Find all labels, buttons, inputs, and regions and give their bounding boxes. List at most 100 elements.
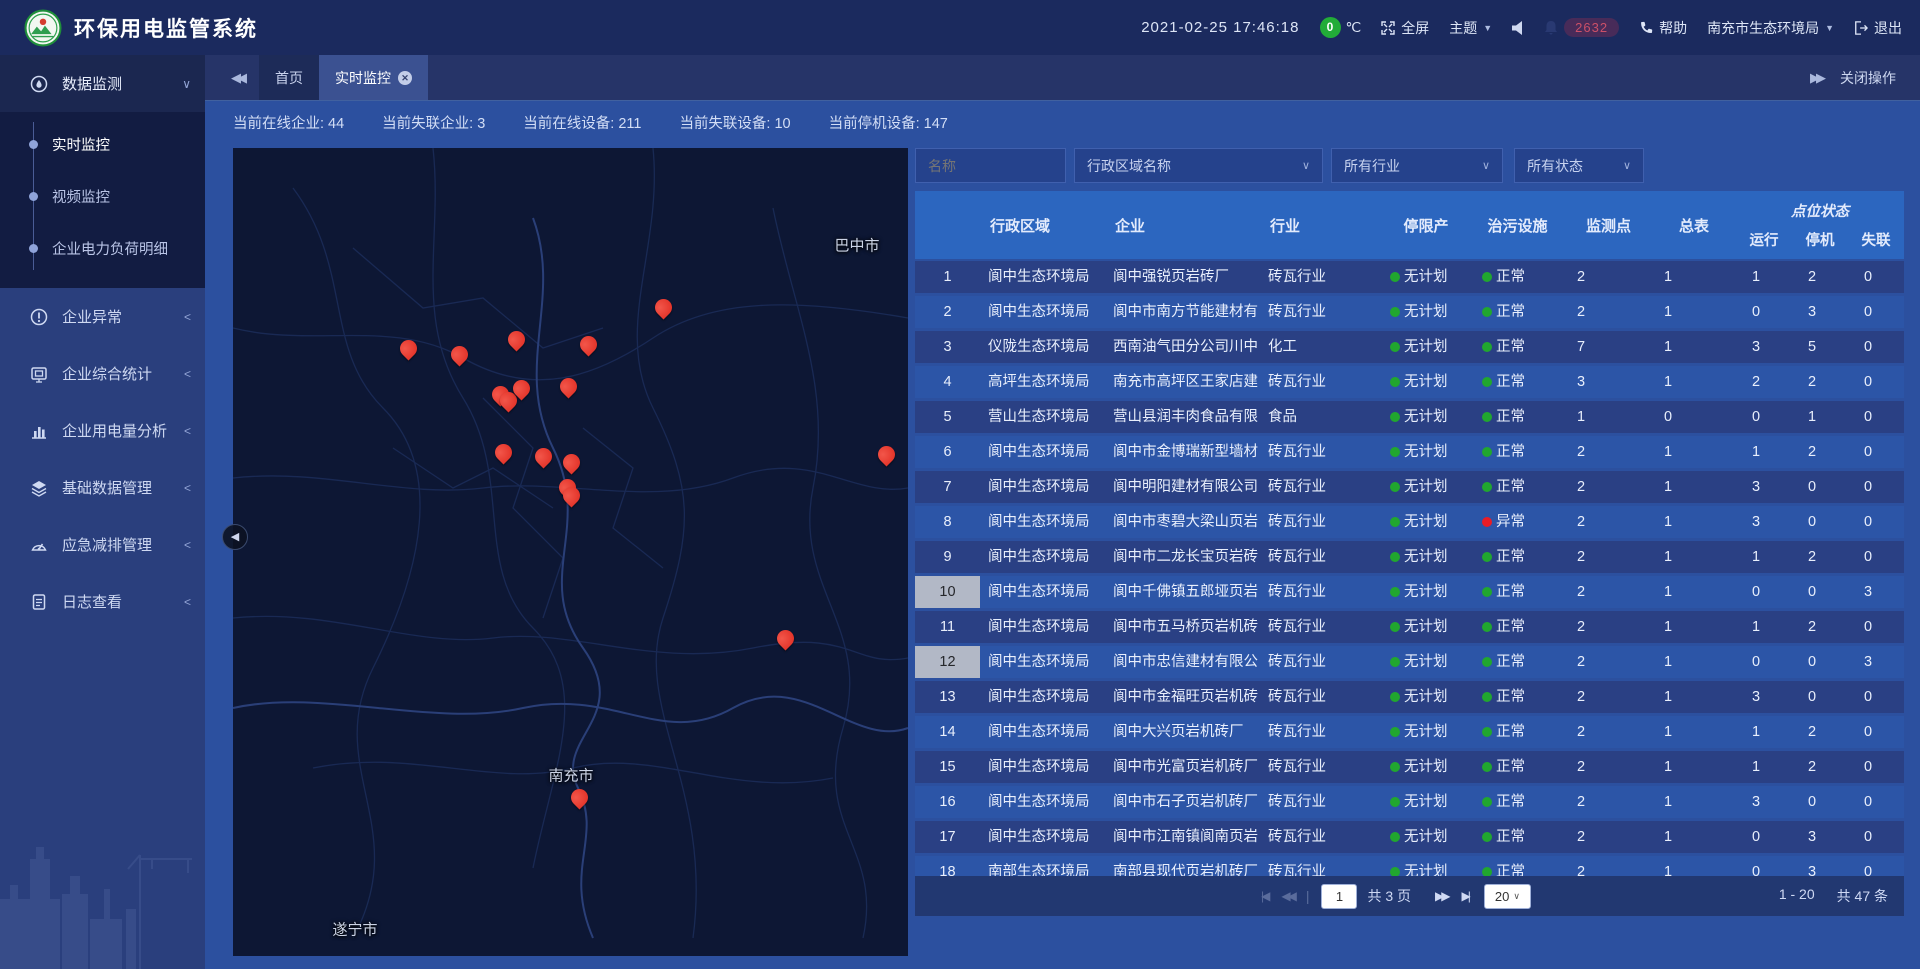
sidebar-item-video-monitoring[interactable]: 视频监控 [0, 170, 205, 222]
table-row[interactable]: 13阆中生态环境局阆中市金福旺页岩机砖砖瓦行业无计划正常21300 [915, 681, 1904, 713]
tab-home[interactable]: 首页 [259, 55, 319, 100]
table-cell: 1 [1652, 611, 1736, 643]
col-facility: 治污设施 [1470, 191, 1565, 259]
table-cell: 0 [1848, 856, 1904, 876]
chevron-down-icon: ∨ [1623, 159, 1631, 172]
table-cell: 1 [1652, 681, 1736, 713]
fullscreen-button[interactable]: 全屏 [1381, 18, 1429, 38]
table-cell: 无计划 [1382, 541, 1470, 573]
table-cell: 1 [1736, 716, 1792, 748]
table-cell: 阆中市光富页岩机砖厂 [1105, 751, 1260, 783]
last-page-icon[interactable]: ▶| [1462, 889, 1468, 903]
table-cell: 阆中生态环境局 [980, 611, 1105, 643]
page-input[interactable] [1321, 884, 1357, 909]
table-row[interactable]: 9阆中生态环境局阆中市二龙长宝页岩砖砖瓦行业无计划正常21120 [915, 541, 1904, 573]
sidebar-item-power-load-detail[interactable]: 企业电力负荷明细 [0, 222, 205, 274]
table-row[interactable]: 3仪陇生态环境局西南油气田分公司川中化工无计划正常71350 [915, 331, 1904, 363]
table-row[interactable]: 12阆中生态环境局阆中市忠信建材有限公砖瓦行业无计划正常21003 [915, 646, 1904, 678]
theme-button[interactable]: 主题▼ [1449, 18, 1492, 38]
table-cell: 阆中市金福旺页岩机砖 [1105, 681, 1260, 713]
notifications[interactable]: 2632 [1544, 18, 1619, 37]
table-cell: 6 [915, 436, 980, 468]
stat-item: 当前失联设备:10 [679, 112, 790, 133]
logout-button[interactable]: 退出 [1854, 18, 1902, 38]
table-row[interactable]: 17阆中生态环境局阆中市江南镇阆南页岩砖瓦行业无计划正常21030 [915, 821, 1904, 853]
next-page-icon[interactable]: ▶▶ [1435, 889, 1447, 903]
table-cell: 0 [1792, 681, 1848, 713]
chevron-down-icon: ▼ [1825, 23, 1834, 33]
sidebar-item-emergency-emission[interactable]: 应急减排管理< [0, 516, 205, 573]
map[interactable]: 巴中市南充市遂宁市 [233, 148, 908, 956]
table-row[interactable]: 18南部生态环境局南部县现代页岩机砖厂砖瓦行业无计划正常21030 [915, 856, 1904, 876]
org-menu[interactable]: 南充市生态环境局▼ [1707, 18, 1834, 38]
prev-page-icon[interactable]: ◀◀ [1281, 889, 1293, 903]
table-row[interactable]: 10阆中生态环境局阆中千佛镇五郎垭页岩砖瓦行业无计划正常21003 [915, 576, 1904, 608]
tabs-scroll-right-icon[interactable]: ▶▶ [1810, 70, 1822, 86]
sidebar-item-base-data-management[interactable]: 基础数据管理< [0, 459, 205, 516]
table-row[interactable]: 15阆中生态环境局阆中市光富页岩机砖厂砖瓦行业无计划正常21120 [915, 751, 1904, 783]
table-row[interactable]: 11阆中生态环境局阆中市五马桥页岩机砖砖瓦行业无计划正常21120 [915, 611, 1904, 643]
table-cell: 3 [1792, 296, 1848, 328]
table-cell: 砖瓦行业 [1260, 541, 1382, 573]
table-row[interactable]: 5营山生态环境局营山县润丰肉食品有限食品无计划正常10010 [915, 401, 1904, 433]
tabs-scroll-left-icon[interactable]: ◀◀ [231, 70, 243, 86]
table-cell: 高坪生态环境局 [980, 366, 1105, 398]
table-row[interactable]: 8阆中生态环境局阆中市枣碧大梁山页岩砖瓦行业无计划异常21300 [915, 506, 1904, 538]
table-row[interactable]: 4高坪生态环境局南充市高坪区王家店建砖瓦行业无计划正常31220 [915, 366, 1904, 398]
tab-realtime-monitoring[interactable]: 实时监控 ✕ [319, 55, 428, 100]
map-city-label: 巴中市 [834, 235, 879, 256]
table-row[interactable]: 2阆中生态环境局阆中市南方节能建材有砖瓦行业无计划正常21030 [915, 296, 1904, 328]
col-industry: 行业 [1260, 191, 1382, 259]
table-cell: 2 [1565, 611, 1652, 643]
table-row[interactable]: 1阆中生态环境局阆中强锐页岩砖厂砖瓦行业无计划正常21120 [915, 261, 1904, 293]
col-meters: 总表 [1652, 191, 1736, 259]
table-cell: 阆中市石子页岩机砖厂 [1105, 786, 1260, 818]
first-page-icon[interactable]: |◀ [1261, 889, 1267, 903]
table-cell: 15 [915, 751, 980, 783]
table-cell: 砖瓦行业 [1260, 681, 1382, 713]
total-pages-label: 共 3 页 [1367, 886, 1411, 906]
chevron-down-icon: ▼ [1483, 23, 1492, 33]
table-cell: 3 [1736, 331, 1792, 363]
name-filter-input[interactable] [915, 148, 1066, 183]
sidebar-item-log-view[interactable]: 日志查看< [0, 573, 205, 630]
gauge-icon [30, 75, 48, 93]
table-cell: 0 [1848, 786, 1904, 818]
sidebar-item-realtime-monitoring[interactable]: 实时监控 [0, 118, 205, 170]
table-cell: 2 [1736, 366, 1792, 398]
table-cell: 9 [915, 541, 980, 573]
table-row[interactable]: 7阆中生态环境局阆中明阳建材有限公司砖瓦行业无计划正常21300 [915, 471, 1904, 503]
table-cell: 18 [915, 856, 980, 876]
right-panel: 行政区域名称∨ 所有行业∨ 所有状态∨ 行政区域 企业 行业 停限产 治污设施 … [908, 148, 1904, 956]
help-button[interactable]: 帮助 [1639, 18, 1687, 38]
industry-filter-select[interactable]: 所有行业∨ [1331, 148, 1503, 183]
table-cell: 阆中生态环境局 [980, 786, 1105, 818]
sidebar-item-power-usage-analysis[interactable]: 企业用电量分析< [0, 402, 205, 459]
table-cell: 砖瓦行业 [1260, 576, 1382, 608]
table-cell: 0 [1848, 716, 1904, 748]
table-cell: 无计划 [1382, 506, 1470, 538]
table-cell: 3 [915, 331, 980, 363]
tab-close-icon[interactable]: ✕ [398, 71, 412, 85]
table-row[interactable]: 14阆中生态环境局阆中大兴页岩机砖厂砖瓦行业无计划正常21120 [915, 716, 1904, 748]
table-cell: 阆中生态环境局 [980, 506, 1105, 538]
mute-button[interactable] [1512, 21, 1524, 35]
sidebar-item-enterprise-exception[interactable]: 企业异常< [0, 288, 205, 345]
table-cell: 1 [1736, 541, 1792, 573]
table-row[interactable]: 6阆中生态环境局阆中市金博瑞新型墙材砖瓦行业无计划正常21120 [915, 436, 1904, 468]
table-row[interactable]: 16阆中生态环境局阆中市石子页岩机砖厂砖瓦行业无计划正常21300 [915, 786, 1904, 818]
region-filter-select[interactable]: 行政区域名称∨ [1074, 148, 1323, 183]
close-operations-button[interactable]: 关闭操作 [1840, 68, 1896, 88]
sidebar-collapse-button[interactable]: ◀ [222, 524, 248, 550]
sidebar-item-data-monitoring[interactable]: 数据监测∨ [0, 55, 205, 112]
sidebar-item-enterprise-statistics[interactable]: 企业综合统计< [0, 345, 205, 402]
table-cell: 砖瓦行业 [1260, 366, 1382, 398]
table-cell: 1 [1652, 471, 1736, 503]
page-size-select[interactable]: 20∨ [1484, 884, 1531, 909]
status-filter-select[interactable]: 所有状态∨ [1514, 148, 1644, 183]
table-cell: 0 [1736, 646, 1792, 678]
table-cell: 0 [1848, 296, 1904, 328]
document-icon [30, 593, 48, 611]
chevron-collapsed-icon: < [184, 310, 191, 324]
table-cell: 无计划 [1382, 821, 1470, 853]
